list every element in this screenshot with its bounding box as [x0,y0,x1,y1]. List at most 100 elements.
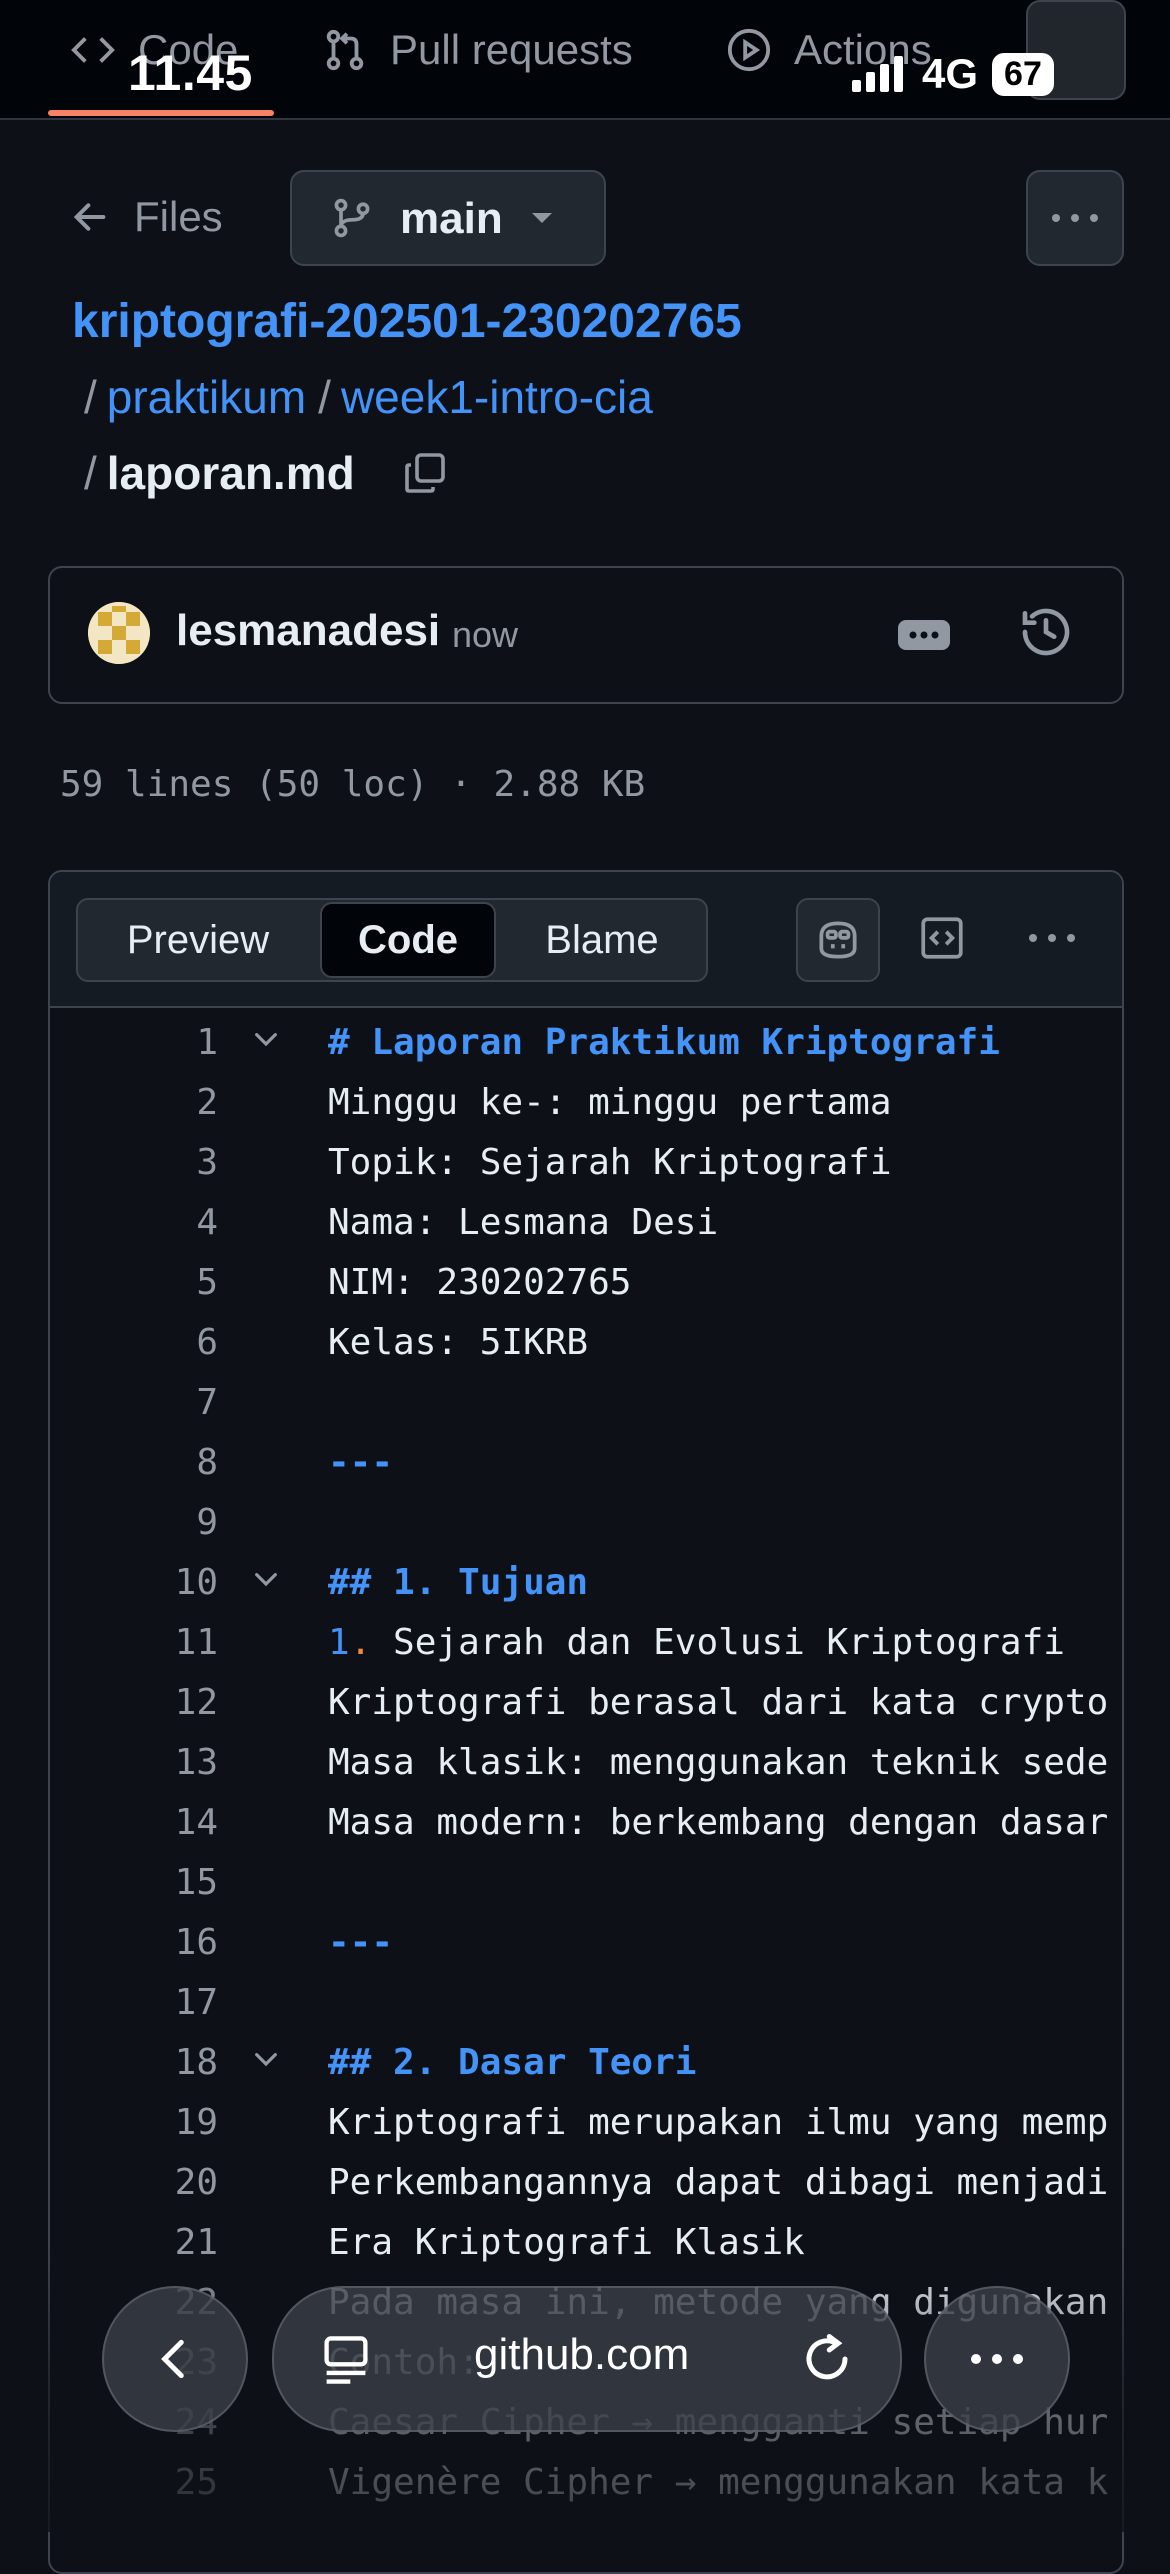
browser-more-button[interactable] [924,2286,1070,2432]
line-number[interactable]: 7 [50,1382,218,1423]
line-content: --- [328,1442,394,1483]
code-line: 5 NIM: 230202765 [50,1250,1122,1310]
line-number[interactable]: 4 [50,1202,218,1243]
commit-message-toggle[interactable] [898,620,950,650]
active-tab-indicator [48,110,274,116]
tab-code-view[interactable]: Code [320,902,496,978]
list-number: 1 [328,1622,350,1663]
breadcrumb-file-name: laporan.md [106,447,355,499]
line-content: Masa modern: berkembang dengan dasar [328,1802,1109,1843]
line-number[interactable]: 5 [50,1262,218,1303]
code-line: 2 Minggu ke-: minggu pertama [50,1070,1122,1130]
breadcrumb-separator: / [84,447,97,499]
line-content: # Laporan Praktikum Kriptografi [328,1022,1000,1063]
tab-blame[interactable]: Blame [498,900,706,980]
code-line: 11 1. Sejarah dan Evolusi Kriptografi [50,1610,1122,1670]
line-number[interactable]: 11 [50,1622,218,1663]
breadcrumb-repo-link[interactable]: kriptografi-202501-230202765 [72,294,742,349]
url-text: github.com [474,2330,690,2379]
files-back-button[interactable]: Files [70,185,223,249]
address-bar[interactable]: github.com [272,2286,902,2432]
code-toolbar: Preview Code Blame [50,872,1122,1008]
chevron-down-icon[interactable] [250,1024,282,1056]
code-line: 19 Kriptografi merupakan ilmu yang memp [50,2090,1122,2150]
branch-selector[interactable]: main [290,170,606,266]
line-number[interactable]: 16 [50,1922,218,1963]
code-icon [71,37,115,63]
line-number[interactable]: 13 [50,1742,218,1783]
browser-back-button[interactable] [102,2286,248,2432]
commit-author[interactable]: lesmanadesi [176,606,440,656]
avatar[interactable] [88,602,150,664]
line-number[interactable]: 10 [50,1562,218,1603]
line-number[interactable]: 17 [50,1982,218,2023]
line-number[interactable]: 20 [50,2162,218,2203]
commit-time: now [452,614,519,655]
code-line: 9 [50,1490,1122,1550]
kebab-horizontal-icon [1052,214,1098,222]
code-line: 20 Perkembangannya dapat dibagi menjadi [50,2150,1122,2210]
code-line: 16 --- [50,1910,1122,1970]
file-meta: 59 lines (50 loc) · 2.88 KB [60,764,646,805]
line-content: Perkembangannya dapat dibagi menjadi [328,2162,1109,2203]
line-number[interactable]: 9 [50,1502,218,1543]
raw-view-button[interactable] [902,898,982,978]
code-line: 8 --- [50,1430,1122,1490]
line-content: Masa klasik: menggunakan teknik sede [328,1742,1109,1783]
line-content: NIM: 230202765 [328,1262,632,1303]
code-line: 12 Kriptografi berasal dari kata crypto [50,1670,1122,1730]
line-content: Minggu ke-: minggu pertama [328,1082,892,1123]
branch-icon [334,198,370,238]
line-number[interactable]: 14 [50,1802,218,1843]
branch-name: main [400,194,503,243]
code-more-button[interactable] [1012,898,1092,978]
line-number[interactable]: 12 [50,1682,218,1723]
battery-level: 67 [992,52,1054,96]
arrow-left-icon [73,203,106,231]
line-content: ## 2. Dasar Teori [328,2042,697,2083]
breadcrumb-folder-week1[interactable]: week1-intro-cia [341,370,653,424]
tab-pull-requests[interactable]: Pull requests [322,22,633,78]
line-number[interactable]: 19 [50,2102,218,2143]
line-number[interactable]: 2 [50,1082,218,1123]
line-content: Kelas: 5IKRB [328,1322,589,1363]
repo-tab-bar: Code Pull requests Actions 11.45 4G 67 [0,0,1170,120]
reload-icon[interactable] [800,2332,854,2386]
kebab-horizontal-icon [1029,934,1075,942]
latest-commit-box: lesmanadesi now [48,566,1124,704]
tab-pull-requests-label: Pull requests [390,26,633,73]
pull-request-icon [326,29,364,71]
network-label: 4G [922,50,979,97]
line-number[interactable]: 1 [50,1022,218,1063]
line-number[interactable]: 18 [50,2042,218,2083]
line-number[interactable]: 8 [50,1442,218,1483]
line-number[interactable]: 3 [50,1142,218,1183]
breadcrumb-folder-praktikum[interactable]: praktikum [107,370,306,424]
tabs-icon[interactable] [320,2332,372,2388]
code-line: 10 ## 1. Tujuan [50,1550,1122,1610]
play-icon [727,28,771,72]
ellipsis-icon [971,2354,1023,2364]
ellipsis-icon [909,631,939,639]
identicon [88,602,150,664]
breadcrumb: / praktikum / week1-intro-cia [72,370,653,424]
copy-icon[interactable] [401,449,449,497]
code-line: 15 [50,1850,1122,1910]
code-line: 13 Masa klasik: menggunakan teknik sede [50,1730,1122,1790]
line-number[interactable]: 6 [50,1322,218,1363]
copilot-button[interactable] [796,898,880,982]
code-square-icon [921,917,963,959]
chevron-down-icon[interactable] [250,2044,282,2076]
history-icon[interactable] [1018,604,1074,660]
tab-preview[interactable]: Preview [78,900,318,980]
caret-down-icon [532,213,552,223]
chevron-down-icon[interactable] [250,1564,282,1596]
view-mode-switch: Preview Code Blame [76,898,708,982]
chevron-left-icon [161,2339,184,2379]
line-number[interactable]: 15 [50,1862,218,1903]
line-content: 1. Sejarah dan Evolusi Kriptografi [328,1622,1065,1663]
breadcrumb-separator: / [318,371,331,423]
code-line: 18 ## 2. Dasar Teori [50,2030,1122,2090]
file-more-button[interactable] [1026,170,1124,266]
breadcrumb-file-row: / laporan.md [72,446,449,500]
